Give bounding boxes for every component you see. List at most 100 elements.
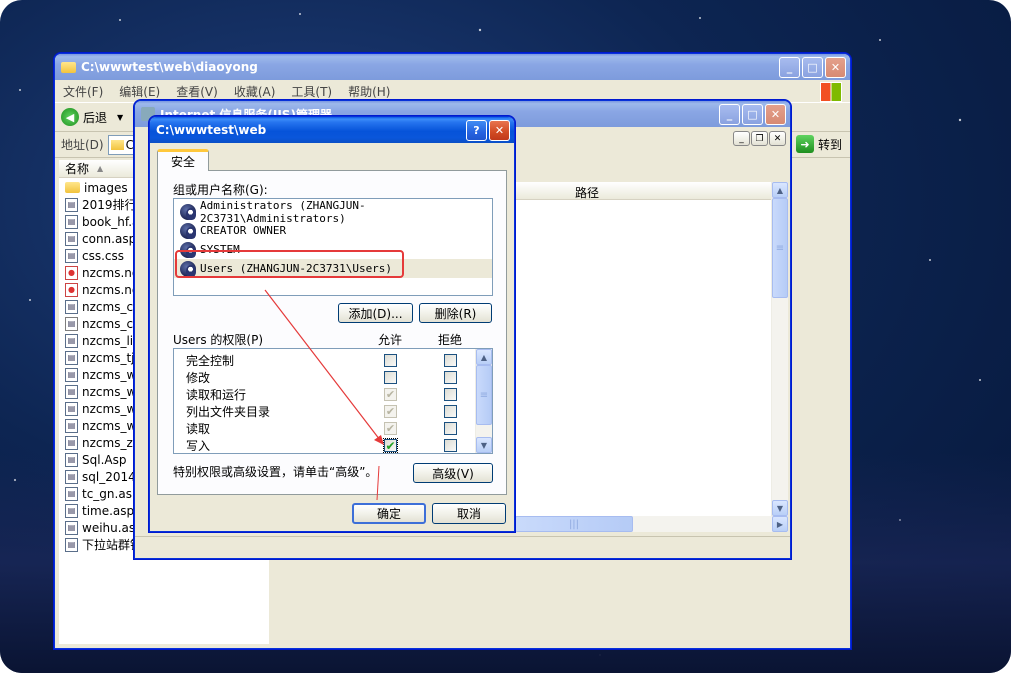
file-icon: ●	[65, 265, 78, 280]
file-icon: ▤	[65, 333, 78, 348]
mdi-controls: _ ❐ ✕	[733, 131, 786, 146]
cancel-button[interactable]: 取消	[432, 503, 506, 524]
deny-checkbox[interactable]	[444, 422, 457, 435]
folder-icon	[61, 61, 76, 73]
horizontal-scrollbar[interactable]: ||| ▶	[515, 516, 788, 532]
allow-checkbox[interactable]: ✔	[384, 422, 397, 435]
mdi-restore-button[interactable]: ❐	[751, 131, 768, 146]
scroll-up-arrow[interactable]: ▲	[476, 349, 492, 365]
user-list-item[interactable]: Administrators (ZHANGJUN-2C3731\Administ…	[174, 199, 492, 225]
user-list[interactable]: Administrators (ZHANGJUN-2C3731\Administ…	[173, 198, 493, 296]
allow-checkbox[interactable]: ✔	[383, 438, 398, 453]
file-icon: ▤	[65, 316, 78, 331]
file-icon: ▤	[65, 401, 78, 416]
permission-row: 完全控制	[174, 352, 474, 369]
menu-edit[interactable]: 编辑(E)	[119, 83, 160, 100]
user-name: CREATOR OWNER	[200, 224, 287, 237]
go-label: 转到	[818, 137, 843, 152]
scroll-up-arrow[interactable]: ▲	[772, 182, 788, 198]
file-name: nzcms_tj.	[82, 350, 139, 365]
minimize-button[interactable]: _	[719, 104, 740, 125]
file-icon: ▤	[65, 214, 78, 229]
advanced-button[interactable]: 高级(V)	[413, 463, 493, 483]
scroll-thumb[interactable]: ≡	[476, 365, 492, 425]
permission-row: 读取和运行 ✔	[174, 386, 474, 403]
column-header-path[interactable]: 路径	[575, 184, 599, 201]
explorer-titlebar[interactable]: C:\wwwtest\web\diaoyong _ □ ✕	[55, 54, 850, 80]
file-name: images	[84, 180, 128, 195]
iis-statusbar	[135, 536, 790, 558]
deny-checkbox[interactable]	[444, 388, 457, 401]
deny-checkbox[interactable]	[444, 439, 457, 452]
scroll-thumb[interactable]: ≡	[772, 198, 788, 298]
add-button[interactable]: 添加(D)...	[338, 303, 413, 323]
file-name: conn.asp	[82, 231, 137, 246]
permission-name: 修改	[186, 371, 211, 385]
iis-list-pane: 路径 ▲ ≡ ▼ ||| ▶	[515, 182, 788, 532]
go-arrow-icon: ➜	[796, 135, 814, 153]
file-name: nzcms_zq	[82, 435, 141, 450]
sort-ascending-icon: ▲	[97, 164, 104, 173]
maximize-button[interactable]: □	[742, 104, 763, 125]
file-icon: ▤	[65, 197, 78, 212]
allow-checkbox[interactable]: ✔	[384, 405, 397, 418]
deny-checkbox[interactable]	[444, 405, 457, 418]
permissions-scrollbar[interactable]: ▲ ≡ ▼	[475, 349, 492, 453]
security-dialog: C:\wwwtest\web ? ✕ 安全 组或用户名称(G): Adminis…	[149, 116, 515, 532]
tab-security[interactable]: 安全	[157, 149, 209, 171]
permissions-list: 完全控制 修改 读取和运行 ✔ 列出文件夹目录 ✔ 读取 ✔ 写入 ✔ ▲ ≡ ▼	[173, 348, 493, 454]
file-name: 下拉站群锁	[82, 538, 143, 552]
mdi-close-button[interactable]: ✕	[769, 131, 786, 146]
user-name: Administrators (ZHANGJUN-2C3731\Administ…	[200, 198, 366, 225]
scroll-right-arrow[interactable]: ▶	[772, 516, 788, 532]
scroll-down-arrow[interactable]: ▼	[476, 437, 492, 453]
tab-panel: 组或用户名称(G): Administrators (ZHANGJUN-2C37…	[157, 170, 507, 495]
allow-column-label: 允许	[378, 333, 403, 347]
deny-checkbox[interactable]	[444, 371, 457, 384]
ok-button[interactable]: 确定	[352, 503, 426, 524]
permission-row: 列出文件夹目录 ✔	[174, 403, 474, 420]
file-name: book_hf.a	[82, 214, 140, 229]
scroll-down-arrow[interactable]: ▼	[772, 500, 788, 516]
user-group-icon	[180, 203, 196, 220]
close-button[interactable]: ✕	[825, 57, 846, 78]
advanced-hint: 特别权限或高级设置，请单击“高级”。	[173, 465, 378, 479]
file-icon: ▤	[65, 452, 78, 467]
mdi-minimize-button[interactable]: _	[733, 131, 750, 146]
permission-name: 完全控制	[186, 354, 235, 368]
menu-file[interactable]: 文件(F)	[63, 83, 103, 100]
minimize-button[interactable]: _	[779, 57, 800, 78]
dialog-titlebar[interactable]: C:\wwwtest\web ? ✕	[150, 117, 514, 143]
deny-column-label: 拒绝	[438, 333, 463, 347]
help-button[interactable]: ?	[466, 120, 487, 141]
file-icon: ▤	[65, 486, 78, 501]
remove-button[interactable]: 删除(R)	[419, 303, 492, 323]
deny-checkbox[interactable]	[444, 354, 457, 367]
permissions-label: Users 的权限(P)	[173, 333, 264, 347]
h-scroll-thumb[interactable]: |||	[515, 516, 633, 532]
permission-name: 读取	[186, 422, 211, 436]
allow-checkbox[interactable]: ✔	[384, 388, 397, 401]
menu-help[interactable]: 帮助(H)	[348, 83, 390, 100]
close-button[interactable]: ✕	[489, 120, 510, 141]
vertical-scrollbar[interactable]: ▲ ≡ ▼	[771, 182, 788, 516]
close-button[interactable]: ✕	[765, 104, 786, 125]
windows-logo-icon	[820, 82, 842, 102]
allow-checkbox[interactable]	[384, 371, 397, 384]
file-name: 2019排行	[82, 198, 137, 212]
back-arrow-icon[interactable]: ◀	[61, 108, 79, 126]
file-icon: ▤	[65, 384, 78, 399]
menu-favorites[interactable]: 收藏(A)	[234, 83, 276, 100]
permission-name: 列出文件夹目录	[186, 405, 271, 419]
back-dropdown-icon[interactable]: ▼	[117, 113, 123, 122]
file-icon: ▤	[65, 537, 78, 552]
menu-tools[interactable]: 工具(T)	[291, 83, 332, 100]
permission-row: 读取 ✔	[174, 420, 474, 437]
dialog-title: C:\wwwtest\web	[156, 123, 267, 137]
menu-view[interactable]: 查看(V)	[176, 83, 218, 100]
explorer-menubar: 文件(F) 编辑(E) 查看(V) 收藏(A) 工具(T) 帮助(H)	[55, 80, 850, 102]
back-button-label[interactable]: 后退	[83, 109, 107, 126]
go-button[interactable]: ➜ 转到	[796, 135, 842, 153]
allow-checkbox[interactable]	[384, 354, 397, 367]
maximize-button[interactable]: □	[802, 57, 823, 78]
